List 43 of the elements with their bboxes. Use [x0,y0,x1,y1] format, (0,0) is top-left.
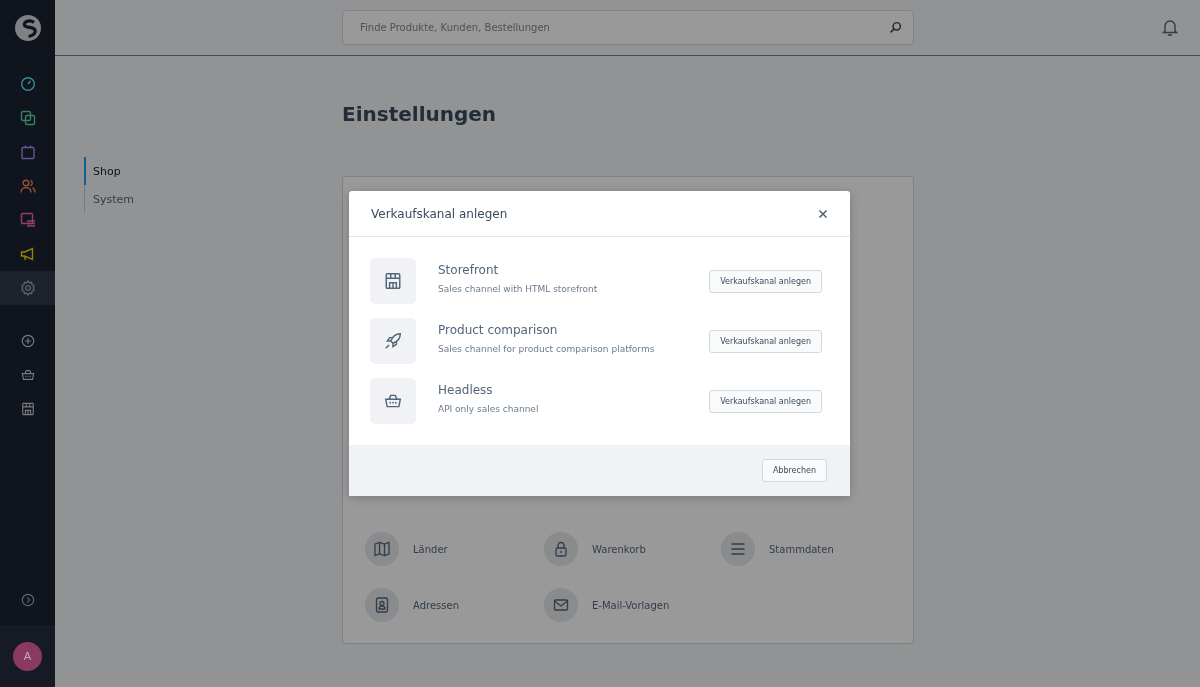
store-icon [20,402,35,416]
basket-icon [384,392,402,410]
user-avatar[interactable]: A [13,641,42,671]
search-icon [889,21,902,34]
channel-description: Sales channel with HTML storefront [438,283,599,294]
bell-icon[interactable] [1162,19,1178,36]
rocket-icon [384,332,402,350]
logo-icon [14,15,41,41]
settings-icon-circle[interactable] [365,532,399,566]
settings-item-label[interactable]: E-Mail-Vorlagen [592,599,670,611]
mail-icon [553,597,569,613]
channel-name: Product comparison [438,322,559,337]
settings-item-label[interactable]: Warenkorb [592,543,646,555]
channel-name: Storefront [438,262,500,277]
basket-icon [20,368,35,382]
settings-icon-circle[interactable] [544,532,578,566]
create-channel-button[interactable]: Verkaufskanal anlegen [709,269,822,293]
lock-icon [553,541,569,557]
chevron-right-icon[interactable] [20,593,35,607]
nav-item[interactable] [0,271,55,305]
channel-description: API only sales channel [438,403,540,414]
store-icon [384,272,402,290]
add-icon [20,334,35,348]
settings-icon-circle[interactable] [721,532,755,566]
search-field[interactable]: Finde Produkte, Kunden, Bestellungen [342,10,914,45]
close-icon[interactable] [818,208,828,219]
settings-tab[interactable]: Shop [84,157,121,185]
channel-name: Headless [438,382,494,397]
create-channel-button[interactable]: Verkaufskanal anlegen [709,329,822,353]
settings-tab[interactable]: System [84,185,135,213]
settings-item-label[interactable]: Stammdaten [769,543,834,555]
page-title: Einstellungen [342,102,498,128]
lines-icon [730,541,746,557]
address-book-icon [374,597,390,613]
create-channel-button[interactable]: Verkaufskanal anlegen [709,389,822,413]
settings-item-label[interactable]: Länder [413,543,448,555]
settings-icon-circle[interactable] [544,588,578,622]
map-icon [374,541,390,557]
settings-icon-circle[interactable] [365,588,399,622]
cancel-button[interactable]: Abbrechen [761,459,827,482]
modal-title: Verkaufskanal anlegen [371,206,508,221]
channel-description: Sales channel for product comparison platforms [438,343,656,354]
settings-item-label[interactable]: Adressen [413,599,459,611]
